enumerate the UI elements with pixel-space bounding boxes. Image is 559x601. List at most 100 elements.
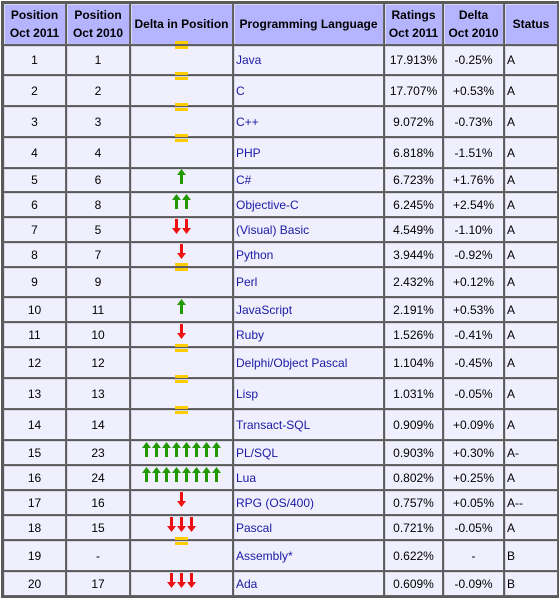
- arrow-up-icon: [177, 298, 186, 314]
- rating-cell: 0.802%: [384, 465, 443, 490]
- delta-position-cell: [130, 405, 233, 440]
- arrow-up-icon: [202, 466, 211, 482]
- language-link[interactable]: Objective-C: [233, 192, 384, 217]
- position-2011-cell: 17: [3, 490, 66, 515]
- status-cell: A: [504, 45, 558, 75]
- arrow-up-icon: [177, 169, 186, 184]
- status-cell: A: [504, 267, 558, 297]
- language-link[interactable]: PL/SQL: [233, 440, 384, 465]
- language-link[interactable]: Ada: [233, 571, 384, 596]
- header-position-2010-line1: Position: [74, 8, 122, 22]
- language-link[interactable]: Lua: [233, 465, 384, 490]
- header-delta: Delta Oct 2010: [443, 3, 504, 45]
- status-cell: A: [504, 137, 558, 168]
- delta-position-cell: [130, 490, 233, 515]
- language-link[interactable]: (Visual) Basic: [233, 217, 384, 242]
- table-row: 12 12 Delphi/Object Pascal 1.104% -0.45%…: [3, 343, 558, 378]
- header-row: Position Oct 2011 Position Oct 2010 Delt…: [3, 3, 558, 45]
- status-cell: B: [504, 540, 558, 571]
- position-2010-cell: -: [66, 540, 130, 571]
- status-cell: A: [504, 515, 558, 540]
- table-row: 3 3 C++ 9.072% -0.73% A: [3, 102, 558, 137]
- position-2011-cell: 7: [3, 217, 66, 242]
- language-link[interactable]: Transact-SQL: [233, 409, 384, 440]
- table-row: 16 24 Lua 0.802% +0.25% A: [3, 465, 558, 490]
- delta-position-cell: [130, 374, 233, 409]
- arrow-down-icon: [187, 572, 196, 588]
- delta-cell: +0.25%: [443, 465, 504, 490]
- language-link[interactable]: Lisp: [233, 378, 384, 409]
- position-2010-cell: 23: [66, 440, 130, 465]
- rating-cell: 17.913%: [384, 45, 443, 75]
- tiobe-ranking-table: Position Oct 2011 Position Oct 2010 Delt…: [1, 1, 559, 598]
- rating-cell: 9.072%: [384, 106, 443, 137]
- language-link[interactable]: Delphi/Object Pascal: [233, 347, 384, 378]
- rating-cell: 1.031%: [384, 378, 443, 409]
- language-link[interactable]: Java: [233, 45, 384, 75]
- position-2010-cell: 10: [66, 322, 130, 347]
- rating-cell: 4.549%: [384, 217, 443, 242]
- delta-cell: -0.09%: [443, 571, 504, 596]
- arrow-up-icon: [142, 466, 151, 482]
- table-row: 9 9 Perl 2.432% +0.12% A: [3, 263, 558, 297]
- arrow-up-icon: [182, 193, 191, 209]
- table-row: 17 16 RPG (OS/400) 0.757% +0.05% A--: [3, 490, 558, 515]
- language-link[interactable]: Ruby: [233, 322, 384, 347]
- position-2011-cell: 18: [3, 515, 66, 540]
- language-link[interactable]: Python: [233, 242, 384, 267]
- position-2010-cell: 7: [66, 242, 130, 267]
- rating-cell: 0.622%: [384, 540, 443, 571]
- table-row: 19 - Assembly* 0.622% - B: [3, 536, 558, 571]
- language-link[interactable]: C: [233, 75, 384, 106]
- position-2011-cell: 19: [3, 540, 66, 571]
- table-row: 10 11 JavaScript 2.191% +0.53% A: [3, 297, 558, 322]
- rating-cell: 2.191%: [384, 297, 443, 322]
- table-row: 15 23 PL/SQL 0.903% +0.30% A-: [3, 440, 558, 465]
- language-link[interactable]: C++: [233, 106, 384, 137]
- arrow-down-icon: [177, 491, 186, 507]
- equal-icon: [175, 41, 188, 49]
- trend-icons: [177, 323, 186, 340]
- delta-cell: -0.05%: [443, 378, 504, 409]
- trend-icons: [177, 243, 186, 260]
- status-cell: A: [504, 106, 558, 137]
- language-link[interactable]: JavaScript: [233, 297, 384, 322]
- delta-position-cell: [130, 41, 233, 75]
- language-link[interactable]: Pascal: [233, 515, 384, 540]
- position-2011-cell: 15: [3, 440, 66, 465]
- header-position-2011-line1: Position: [10, 8, 59, 22]
- rating-cell: 6.818%: [384, 137, 443, 168]
- table-row: 6 8 Objective-C 6.245% +2.54% A: [3, 192, 558, 217]
- rating-cell: 0.903%: [384, 440, 443, 465]
- language-link[interactable]: C#: [233, 168, 384, 192]
- table-body: 1 1 Java 17.913% -0.25% A 2 2 C 17.707% …: [3, 41, 558, 596]
- delta-cell: +2.54%: [443, 192, 504, 217]
- delta-position-cell: [130, 440, 233, 465]
- delta-cell: +0.12%: [443, 267, 504, 297]
- delta-position-cell: [130, 465, 233, 490]
- language-link[interactable]: PHP: [233, 137, 384, 168]
- trend-icons: [175, 133, 188, 158]
- language-link[interactable]: Assembly*: [233, 540, 384, 571]
- position-2011-cell: 1: [3, 45, 66, 75]
- arrow-up-icon: [152, 441, 161, 457]
- trend-icons: [175, 71, 188, 96]
- status-cell: A: [504, 322, 558, 347]
- table-row: 11 10 Ruby 1.526% -0.41% A: [3, 322, 558, 347]
- status-cell: A: [504, 347, 558, 378]
- header-programming-language: Programming Language: [233, 3, 384, 45]
- position-2010-cell: 11: [66, 297, 130, 322]
- language-link[interactable]: RPG (OS/400): [233, 490, 384, 515]
- position-2011-cell: 11: [3, 322, 66, 347]
- position-2011-cell: 8: [3, 242, 66, 267]
- trend-icons: [177, 169, 186, 185]
- trend-icons: [175, 102, 188, 127]
- delta-cell: -: [443, 540, 504, 571]
- position-2010-cell: 13: [66, 378, 130, 409]
- delta-position-cell: [130, 571, 233, 596]
- header-status: Status: [504, 3, 558, 45]
- delta-cell: -0.41%: [443, 322, 504, 347]
- position-2011-cell: 13: [3, 378, 66, 409]
- position-2010-cell: 12: [66, 347, 130, 378]
- language-link[interactable]: Perl: [233, 267, 384, 297]
